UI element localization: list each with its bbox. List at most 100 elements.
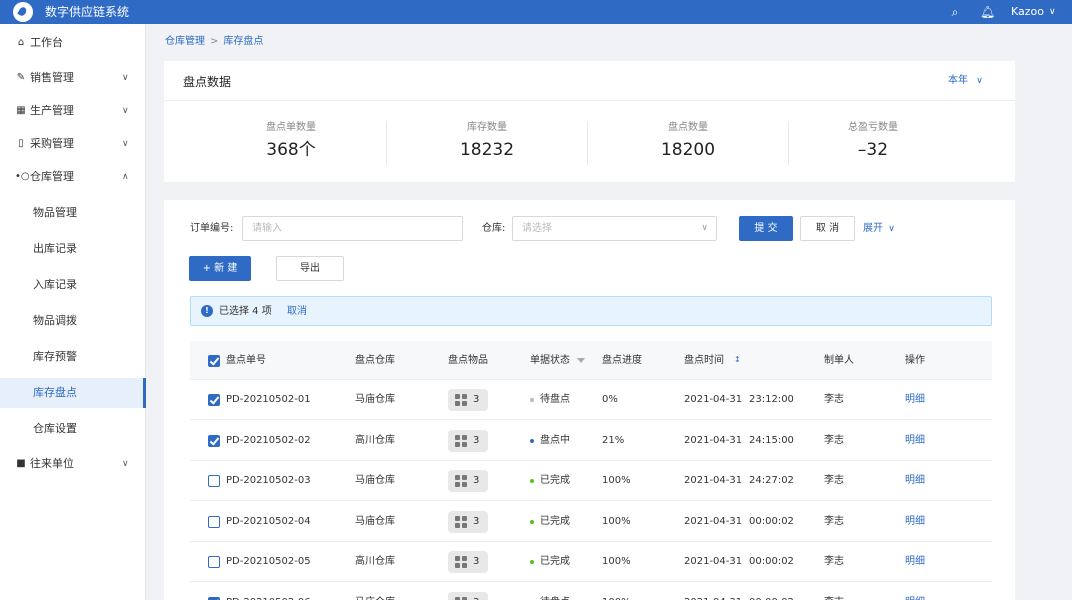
stat-value: 18200 bbox=[660, 140, 716, 160]
items-badge[interactable]: 3 bbox=[448, 389, 488, 411]
clear-selection-link[interactable]: 取消 bbox=[287, 305, 307, 319]
export-button[interactable]: 导出 bbox=[276, 256, 344, 281]
cell-id: PD-20210502-05 bbox=[226, 556, 311, 567]
detail-link[interactable]: 明细 bbox=[905, 434, 925, 448]
cell-progress: 100% bbox=[602, 475, 631, 486]
sidebar-subitem-label: 仓库设置 bbox=[33, 422, 77, 435]
sidebar-item-sales[interactable]: ✎ 销售管理 ∨ bbox=[0, 63, 146, 93]
cell-time: 00:00:02 bbox=[749, 596, 794, 600]
column-header-status: 单据状态 bbox=[530, 355, 570, 366]
sidebar-item-partners[interactable]: ■ 往来单位 ∨ bbox=[0, 449, 146, 479]
items-badge[interactable]: 3 bbox=[448, 591, 488, 600]
cell-date: 2021-04-31 bbox=[684, 475, 743, 486]
grid-icon bbox=[455, 515, 467, 528]
cancel-button[interactable]: 取 消 bbox=[800, 216, 855, 241]
breadcrumb-item[interactable]: 仓库管理 bbox=[165, 36, 205, 47]
table-row: PD-20210502-05 高川仓库 3 已完成 100% 2021-04-31 00:0… bbox=[190, 542, 992, 582]
stats-title: 盘点数据 bbox=[183, 75, 232, 89]
sidebar-subitem-label: 库存盘点 bbox=[33, 386, 77, 399]
sidebar-item-purchase[interactable]: ▯ 采购管理 ∨ bbox=[0, 129, 146, 159]
chevron-down-icon: ∨ bbox=[122, 459, 129, 469]
row-checkbox[interactable] bbox=[208, 596, 220, 600]
table-row: PD-20210502-03 马庙仓库 3 已完成 100% 2021-04-31 24:2… bbox=[190, 461, 992, 501]
period-select[interactable]: 本年 ∨ bbox=[948, 74, 983, 88]
selection-alert: ! 已选择 4 项 取消 bbox=[190, 296, 992, 326]
expand-filters-link[interactable]: 展开 ∨ bbox=[863, 222, 895, 236]
logo-icon bbox=[13, 2, 33, 22]
bell-icon[interactable]: 🔔︎ bbox=[980, 4, 995, 20]
grid-icon bbox=[455, 556, 467, 568]
sidebar-subitem-transfer[interactable]: 物品调拨 bbox=[0, 306, 146, 336]
sidebar-item-production[interactable]: ▦ 生产管理 ∨ bbox=[0, 96, 146, 126]
user-name[interactable]: Kazoo bbox=[1011, 4, 1044, 20]
chevron-down-icon: ∨ bbox=[888, 224, 895, 234]
sidebar-item-label: 销售管理 bbox=[30, 71, 74, 84]
stat-label: 总盈亏数量 bbox=[848, 122, 898, 133]
detail-link[interactable]: 明细 bbox=[905, 393, 925, 407]
column-header-progress: 盘点进度 bbox=[602, 355, 642, 366]
warehouse-label: 仓库: bbox=[482, 223, 506, 234]
sidebar-subitem-inbound[interactable]: 入库记录 bbox=[0, 270, 146, 300]
detail-link[interactable]: 明细 bbox=[905, 515, 925, 529]
sidebar-subitem-settings[interactable]: 仓库设置 bbox=[0, 414, 146, 444]
status-dot bbox=[530, 560, 534, 564]
row-checkbox[interactable] bbox=[208, 394, 220, 406]
stat-label: 盘点数量 bbox=[668, 122, 708, 133]
cell-time: 23:12:00 bbox=[749, 394, 794, 405]
search-icon[interactable]: ⌕ bbox=[948, 4, 962, 20]
cell-warehouse: 马庙仓库 bbox=[355, 475, 395, 486]
grid-icon bbox=[455, 434, 467, 447]
sidebar-item-warehouse[interactable]: •○ 仓库管理 ∧ bbox=[0, 162, 146, 192]
cell-creator: 李志 bbox=[824, 556, 844, 567]
row-checkbox[interactable] bbox=[208, 475, 220, 487]
sidebar-subitem-stocktake[interactable]: 库存盘点 bbox=[0, 378, 146, 408]
cell-creator: 李志 bbox=[824, 596, 844, 600]
sort-icon[interactable]: ↕ bbox=[734, 355, 741, 364]
cell-id: PD-20210502-03 bbox=[226, 475, 311, 486]
bookmark-icon: ▯ bbox=[18, 138, 24, 149]
stat-value: 18232 bbox=[459, 140, 515, 160]
filter-icon[interactable] bbox=[577, 358, 585, 363]
items-badge[interactable]: 3 bbox=[448, 551, 488, 573]
row-checkbox[interactable] bbox=[208, 515, 220, 528]
sidebar-subitem-outbound[interactable]: 出库记录 bbox=[0, 234, 146, 264]
submit-button[interactable]: 提 交 bbox=[739, 216, 793, 241]
breadcrumb-item-current: 库存盘点 bbox=[223, 36, 264, 47]
grid-icon bbox=[455, 475, 467, 487]
new-button[interactable]: + 新 建 bbox=[189, 256, 251, 281]
items-badge[interactable]: 3 bbox=[448, 470, 488, 492]
edit-icon: ✎ bbox=[16, 72, 26, 83]
order-number-input[interactable]: 请输入 bbox=[242, 216, 463, 241]
items-badge[interactable]: 3 bbox=[448, 510, 488, 533]
table-row: PD-20210502-04 马庙仓库 3 已完成 100% 2021-04-31 00:0… bbox=[190, 501, 992, 542]
home-icon: ⌂ bbox=[17, 37, 25, 48]
items-badge[interactable]: 3 bbox=[448, 429, 488, 452]
sidebar-item-label: 往来单位 bbox=[30, 457, 74, 470]
cell-status: 盘点中 bbox=[540, 434, 570, 446]
sidebar-subitem-label: 入库记录 bbox=[33, 278, 77, 291]
cell-status: 待盘点 bbox=[540, 596, 570, 600]
cell-status: 已完成 bbox=[540, 515, 570, 527]
detail-link[interactable]: 明细 bbox=[905, 596, 925, 600]
grid-icon bbox=[455, 596, 467, 600]
detail-link[interactable]: 明细 bbox=[905, 474, 925, 488]
row-checkbox[interactable] bbox=[208, 434, 220, 447]
sidebar-subitem-label: 出库记录 bbox=[33, 242, 77, 255]
detail-link[interactable]: 明细 bbox=[905, 555, 925, 569]
sidebar-item-workbench[interactable]: ⌂ 工作台 bbox=[0, 28, 146, 58]
warehouse-icon: •○ bbox=[15, 171, 30, 182]
user-chevron-down-icon[interactable]: ∨ bbox=[1049, 4, 1056, 20]
sidebar-subitem-goods[interactable]: 物品管理 bbox=[0, 198, 146, 228]
sidebar-subitem-label: 物品管理 bbox=[33, 206, 77, 219]
stats-header: 盘点数据 本年 ∨ bbox=[164, 61, 1015, 101]
select-all-checkbox[interactable] bbox=[208, 355, 220, 367]
warehouse-select[interactable]: 请选择 ∨ bbox=[512, 216, 717, 241]
chevron-down-icon: ∨ bbox=[701, 223, 708, 233]
stat-value: –32 bbox=[857, 140, 889, 160]
sidebar-subitem-alert[interactable]: 库存预警 bbox=[0, 342, 146, 372]
sidebar-item-label: 采购管理 bbox=[30, 137, 74, 150]
breadcrumb-separator: > bbox=[210, 36, 219, 47]
chevron-up-icon: ∧ bbox=[122, 172, 129, 182]
row-checkbox[interactable] bbox=[208, 556, 220, 568]
chevron-down-icon: ∨ bbox=[976, 76, 983, 86]
